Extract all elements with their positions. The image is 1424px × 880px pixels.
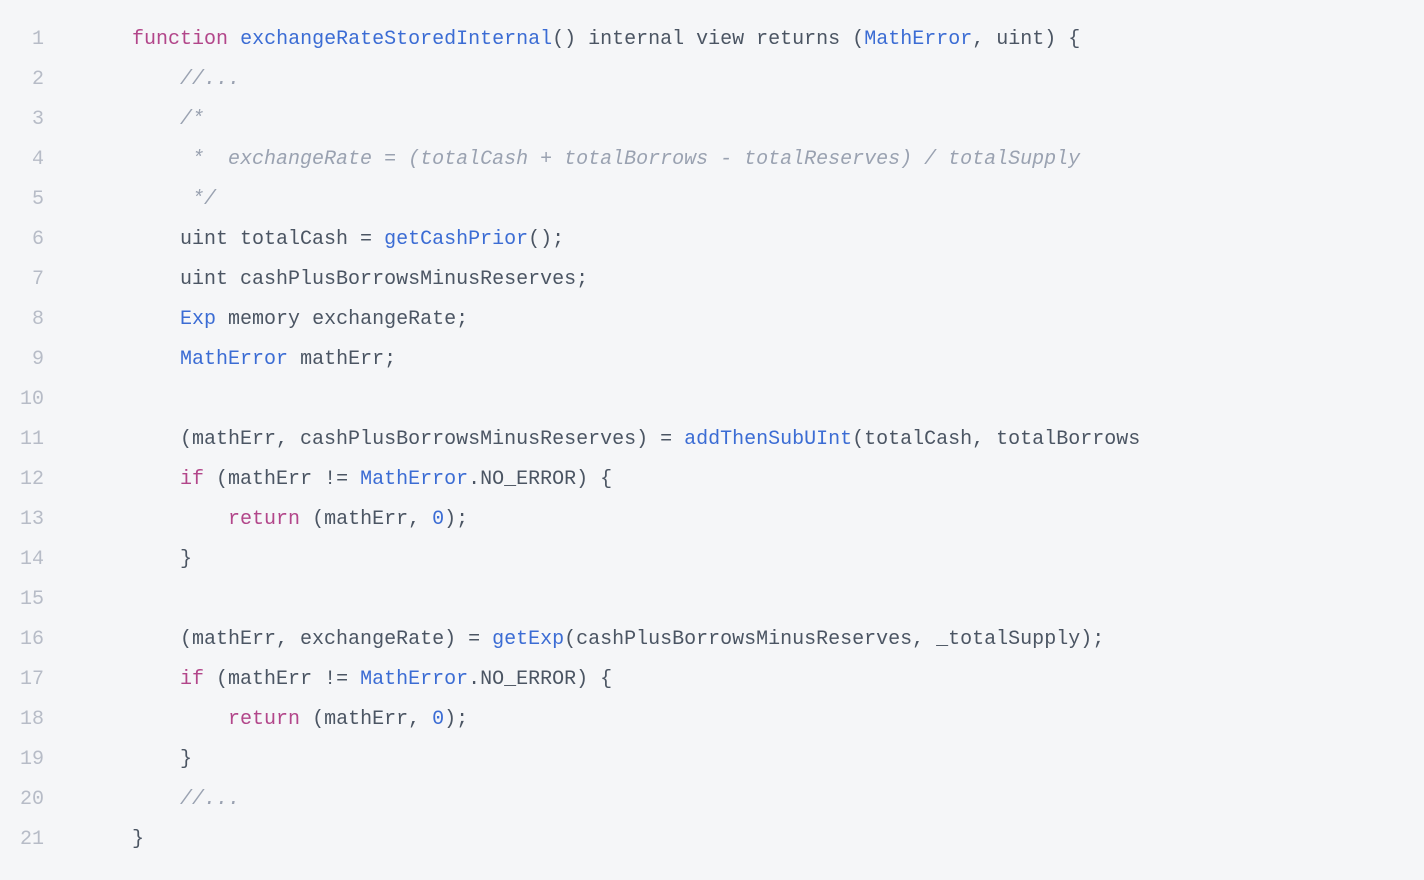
code-line — [84, 380, 1414, 420]
code-line: if (mathErr != MathError.NO_ERROR) { — [84, 660, 1414, 700]
code-line: uint totalCash = getCashPrior(); — [84, 220, 1414, 260]
code-token: uint totalCash = — [180, 228, 384, 251]
code-line: //... — [84, 780, 1414, 820]
line-number: 13 — [20, 500, 44, 540]
code-line: //... — [84, 60, 1414, 100]
line-number: 15 — [20, 580, 44, 620]
code-token: (cashPlusBorrowsMinusReserves, _totalSup… — [564, 628, 1104, 651]
code-token: MathError — [360, 468, 468, 491]
code-token: exchangeRateStoredInternal — [240, 28, 552, 51]
line-number: 11 — [20, 420, 44, 460]
line-number: 12 — [20, 460, 44, 500]
code-token: return — [228, 708, 300, 731]
line-number: 7 — [20, 260, 44, 300]
code-token: 0 — [432, 508, 444, 531]
code-token: //... — [180, 788, 240, 811]
line-number: 21 — [20, 820, 44, 860]
code-line: if (mathErr != MathError.NO_ERROR) { — [84, 460, 1414, 500]
line-number-gutter: 123456789101112131415161718192021 — [10, 20, 84, 860]
line-number: 19 — [20, 740, 44, 780]
code-token: getCashPrior — [384, 228, 528, 251]
line-number: 4 — [20, 140, 44, 180]
code-token: (mathErr != — [204, 468, 360, 491]
code-token: () internal view returns ( — [552, 28, 864, 51]
code-line: function exchangeRateStoredInternal() in… — [84, 20, 1414, 60]
line-number: 8 — [20, 300, 44, 340]
code-token: .NO_ERROR) { — [468, 668, 612, 691]
code-token: .NO_ERROR) { — [468, 468, 612, 491]
code-token: (); — [528, 228, 564, 251]
line-number: 1 — [20, 20, 44, 60]
code-token: memory exchangeRate; — [216, 308, 468, 331]
line-number: 10 — [20, 380, 44, 420]
code-token: (mathErr, — [300, 508, 432, 531]
code-line: /* — [84, 100, 1414, 140]
code-token: (mathErr, exchangeRate) = — [180, 628, 492, 651]
code-token: getExp — [492, 628, 564, 651]
code-token: Exp — [180, 308, 216, 331]
code-line: } — [84, 740, 1414, 780]
code-token: function — [132, 28, 228, 51]
code-token: //... — [180, 68, 240, 91]
code-token: } — [180, 548, 192, 571]
code-token: */ — [180, 188, 216, 211]
code-token: ); — [444, 708, 468, 731]
code-token: (totalCash, totalBorrows — [852, 428, 1140, 451]
code-token: (mathErr, cashPlusBorrowsMinusReserves) … — [180, 428, 684, 451]
code-line: return (mathErr, 0); — [84, 700, 1414, 740]
code-token: (mathErr != — [204, 668, 360, 691]
code-line: * exchangeRate = (totalCash + totalBorro… — [84, 140, 1414, 180]
code-token: } — [180, 748, 192, 771]
line-number: 5 — [20, 180, 44, 220]
code-token: 0 — [432, 708, 444, 731]
code-line: } — [84, 540, 1414, 580]
code-token: MathError — [180, 348, 288, 371]
line-number: 17 — [20, 660, 44, 700]
line-number: 9 — [20, 340, 44, 380]
line-number: 6 — [20, 220, 44, 260]
code-line: */ — [84, 180, 1414, 220]
code-line: (mathErr, exchangeRate) = getExp(cashPlu… — [84, 620, 1414, 660]
code-line: return (mathErr, 0); — [84, 500, 1414, 540]
code-line: } — [84, 820, 1414, 860]
code-token: MathError — [864, 28, 972, 51]
code-line: (mathErr, cashPlusBorrowsMinusReserves) … — [84, 420, 1414, 460]
code-token: uint cashPlusBorrowsMinusReserves; — [180, 268, 588, 291]
code-token: , uint) { — [972, 28, 1080, 51]
code-token — [228, 28, 240, 51]
code-token: if — [180, 668, 204, 691]
code-line: uint cashPlusBorrowsMinusReserves; — [84, 260, 1414, 300]
code-token: ); — [444, 508, 468, 531]
line-number: 3 — [20, 100, 44, 140]
line-number: 20 — [20, 780, 44, 820]
code-token: return — [228, 508, 300, 531]
code-token: mathErr; — [288, 348, 396, 371]
code-lines: function exchangeRateStoredInternal() in… — [84, 20, 1414, 860]
line-number: 18 — [20, 700, 44, 740]
code-token: /* — [180, 108, 204, 131]
code-line: Exp memory exchangeRate; — [84, 300, 1414, 340]
code-token: MathError — [360, 668, 468, 691]
code-block: 123456789101112131415161718192021 functi… — [10, 20, 1414, 860]
code-token: (mathErr, — [300, 708, 432, 731]
code-token: * exchangeRate = (totalCash + totalBorro… — [180, 148, 1080, 171]
code-token: } — [132, 828, 144, 851]
code-line: MathError mathErr; — [84, 340, 1414, 380]
code-token: addThenSubUInt — [684, 428, 852, 451]
code-token: if — [180, 468, 204, 491]
line-number: 14 — [20, 540, 44, 580]
line-number: 2 — [20, 60, 44, 100]
code-line — [84, 580, 1414, 620]
line-number: 16 — [20, 620, 44, 660]
